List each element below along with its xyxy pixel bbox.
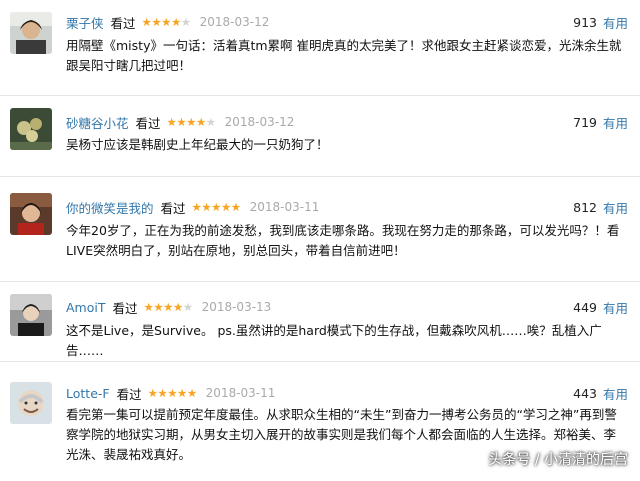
useful-button[interactable]: 有用: [603, 384, 628, 403]
star-rating: ★ ★ ★ ★ ★: [143, 300, 194, 314]
useful-button[interactable]: 有用: [603, 198, 628, 217]
star-rating: ★ ★ ★ ★ ★: [191, 200, 242, 214]
vote-box: 719 有用: [573, 113, 628, 131]
avatar[interactable]: [10, 108, 52, 150]
star-icon: ★: [141, 15, 152, 29]
review-text: 今年20岁了，正在为我的前途发愁，我到底该走哪条路。我现在努力走的那条路，可以发…: [66, 223, 620, 258]
vote-count: 719: [573, 114, 597, 130]
watched-label: 看过: [110, 15, 136, 31]
star-icon: ★: [147, 386, 158, 400]
watched-label: 看过: [160, 200, 186, 216]
vote-count: 913: [573, 14, 597, 30]
star-icon: ★: [220, 200, 231, 214]
star-icon: ★: [177, 386, 187, 400]
username-link[interactable]: 栗子侠: [66, 13, 104, 32]
username-link[interactable]: Lotte-F: [66, 386, 110, 401]
review-text: 这不是Live，是Survive。 ps.虽然讲的是hard模式下的生存战，但戴…: [66, 323, 602, 358]
star-icon: ★: [195, 115, 206, 129]
review-date: 2018-03-11: [205, 386, 276, 400]
star-icon: ★: [151, 15, 162, 29]
review-meta: 栗子侠 看过 ★ ★ ★ ★ ★ 2018-03-12: [66, 13, 269, 31]
divider: [0, 281, 640, 282]
review-meta: AmoiT 看过 ★ ★ ★ ★ ★ 2018-03-13: [66, 298, 271, 316]
review-date: 2018-03-13: [201, 300, 272, 314]
avatar[interactable]: [10, 193, 52, 235]
toutiao-logo-icon: [470, 452, 485, 466]
useful-button[interactable]: 有用: [603, 298, 628, 317]
star-icon: ★: [191, 200, 202, 214]
vote-count: 443: [573, 385, 597, 401]
username-link[interactable]: 你的微笑是我的: [66, 198, 154, 217]
avatar[interactable]: [10, 294, 52, 336]
star-icon: ★: [176, 115, 187, 129]
watched-label: 看过: [112, 300, 138, 316]
star-empty-icon: ★: [205, 115, 216, 129]
star-rating: ★ ★ ★ ★ ★: [147, 386, 198, 400]
vote-box: 913 有用: [573, 13, 628, 31]
star-icon: ★: [230, 200, 241, 214]
divider: [0, 95, 640, 96]
username-link[interactable]: AmoiT: [66, 300, 105, 315]
useful-button[interactable]: 有用: [603, 113, 628, 132]
star-rating: ★ ★ ★ ★ ★: [141, 15, 192, 29]
vote-count: 812: [573, 199, 597, 215]
review-meta: 你的微笑是我的 看过 ★ ★ ★ ★ ★ 2018-03-11: [66, 198, 319, 216]
review-date: 2018-03-12: [224, 115, 295, 129]
review-date: 2018-03-12: [199, 15, 270, 29]
avatar[interactable]: [10, 12, 52, 54]
review-text: 用隔壁《misty》一句话：活着真tm累啊 崔明虎真的太完美了！求他跟女主赶紧谈…: [66, 38, 622, 73]
avatar[interactable]: [10, 382, 52, 424]
review-meta: 砂糖谷小花 看过 ★ ★ ★ ★ ★ 2018-03-12: [66, 113, 294, 131]
star-icon: ★: [153, 300, 164, 314]
vote-box: 812 有用: [573, 198, 628, 216]
divider: [0, 361, 640, 362]
useful-button[interactable]: 有用: [603, 13, 628, 32]
star-icon: ★: [167, 386, 178, 400]
star-icon: ★: [211, 200, 221, 214]
star-icon: ★: [143, 300, 154, 314]
watched-label: 看过: [116, 386, 142, 402]
watermark-text: 头条号 / 小清清的后宫: [488, 452, 628, 468]
star-icon: ★: [172, 300, 183, 314]
star-icon: ★: [157, 386, 168, 400]
vote-box: 449 有用: [573, 298, 628, 316]
review-date: 2018-03-11: [249, 200, 320, 214]
star-empty-icon: ★: [180, 15, 191, 29]
star-icon: ★: [163, 300, 173, 314]
review-text: 吴杨寸应该是韩剧史上年纪最大的一只奶狗了！: [66, 137, 329, 152]
username-link[interactable]: 砂糖谷小花: [66, 113, 129, 132]
star-icon: ★: [201, 200, 212, 214]
review-meta: Lotte-F 看过 ★ ★ ★ ★ ★ 2018-03-11: [66, 384, 275, 402]
star-icon: ★: [170, 15, 181, 29]
star-icon: ★: [166, 115, 177, 129]
watermark: 头条号 / 小清清的后宫: [470, 449, 628, 469]
vote-box: 443 有用: [573, 384, 628, 402]
star-icon: ★: [186, 115, 196, 129]
watched-label: 看过: [135, 115, 161, 131]
star-empty-icon: ★: [182, 300, 193, 314]
star-rating: ★ ★ ★ ★ ★: [166, 115, 217, 129]
vote-count: 449: [573, 299, 597, 315]
star-icon: ★: [161, 15, 171, 29]
star-icon: ★: [186, 386, 197, 400]
divider: [0, 176, 640, 177]
